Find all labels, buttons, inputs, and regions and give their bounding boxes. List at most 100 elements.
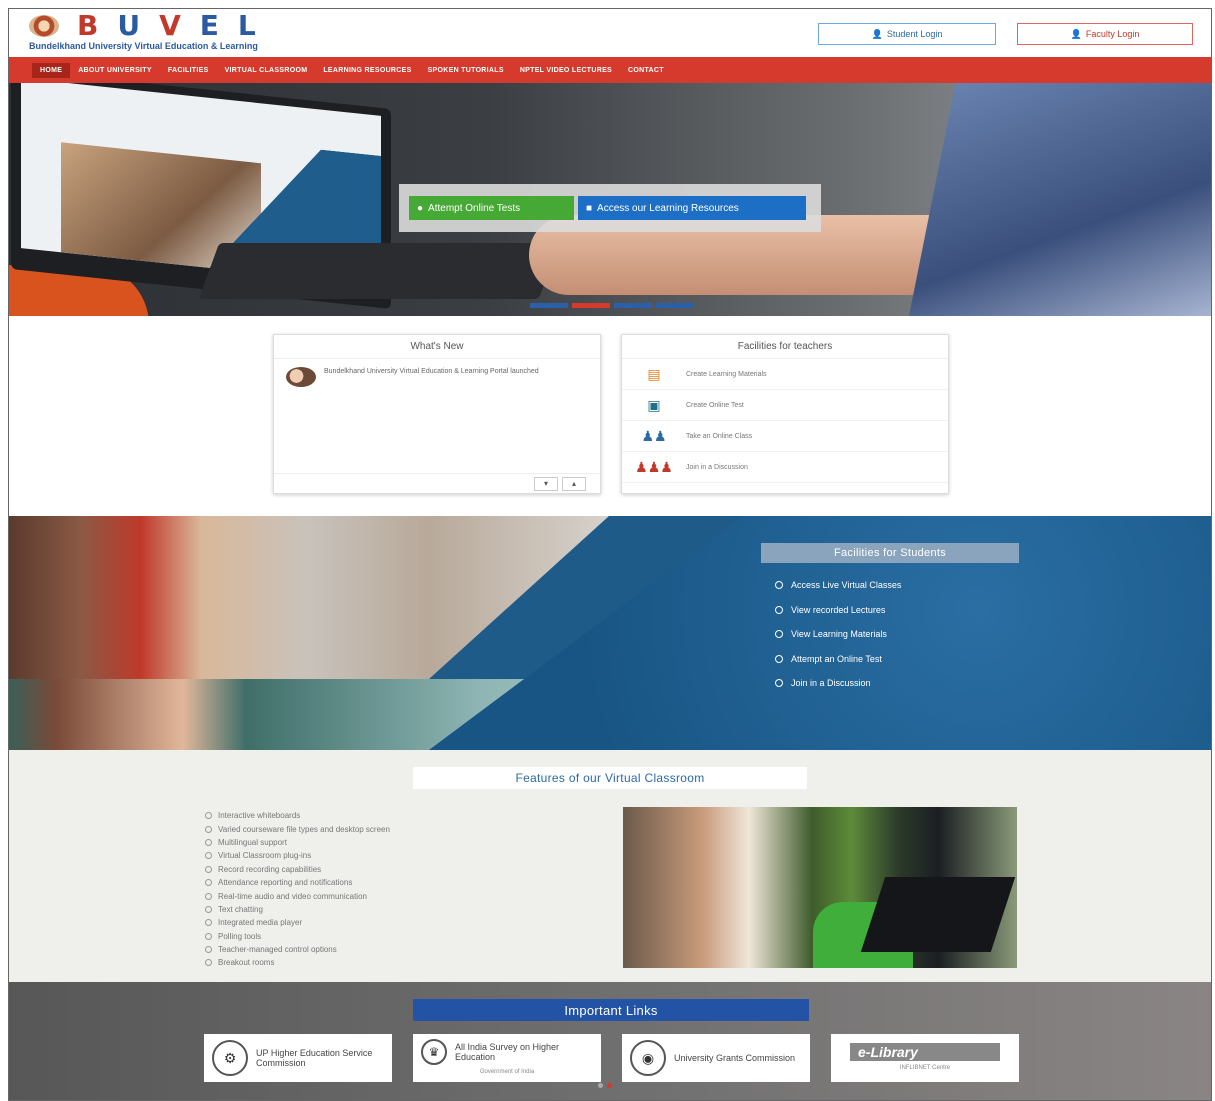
nav-item-nptel-video-lectures[interactable]: NPTEL VIDEO LECTURES xyxy=(512,63,620,78)
emblem-icon: ⚙ xyxy=(212,1040,248,1076)
hero-keyboard-image xyxy=(198,243,560,299)
slider-indicators xyxy=(530,303,694,308)
circle-bullet-icon xyxy=(205,905,212,913)
feature-label: Virtual Classroom plug-ins xyxy=(218,851,312,861)
feature-label: Record recording capabilities xyxy=(218,864,322,874)
circle-bullet-icon xyxy=(205,812,212,820)
feature-item: Real-time audio and video communication xyxy=(205,889,390,902)
site-logo[interactable]: B U V E L Bundelkhand University Virtual… xyxy=(29,9,258,51)
logo-letter: V xyxy=(159,9,182,42)
scroll-up-button[interactable]: ▴ xyxy=(562,476,586,491)
nav-item-contact[interactable]: CONTACT xyxy=(620,63,672,78)
nav-item-virtual-classroom[interactable]: VIRTUAL CLASSROOM xyxy=(217,63,316,78)
feature-label: Real-time audio and video communication xyxy=(218,891,367,901)
access-learning-resources-button[interactable]: ■ Access our Learning Resources xyxy=(578,196,806,220)
feature-item: Virtual Classroom plug-ins xyxy=(205,849,390,862)
slide-indicator[interactable] xyxy=(530,303,568,308)
faculty-login-button[interactable]: 👤 Faculty Login xyxy=(1017,23,1193,45)
slide-indicator[interactable] xyxy=(614,303,652,308)
link-card-elibrary[interactable]: e-Library INFLIBNET Centre xyxy=(831,1034,1019,1082)
circle-bullet-icon xyxy=(775,654,783,663)
slide-indicator[interactable] xyxy=(572,303,610,308)
discussion-icon: ♟♟♟ xyxy=(635,458,673,475)
student-facility-item[interactable]: View recorded Lectures xyxy=(775,598,901,623)
nav-item-about-university[interactable]: ABOUT UNIVERSITY xyxy=(70,63,160,78)
faculty-login-label: Faculty Login xyxy=(1085,29,1140,39)
student-facility-item[interactable]: View Learning Materials xyxy=(775,622,901,647)
university-seal-icon xyxy=(29,15,59,37)
teacher-facility-label: Join in a Discussion xyxy=(686,463,748,471)
circle-bullet-icon xyxy=(205,946,212,954)
teacher-facilities-panel: Facilities for teachers ▤ Create Learnin… xyxy=(621,334,949,494)
link-card-ugc[interactable]: ◉ University Grants Commission xyxy=(622,1034,810,1082)
circle-bullet-icon xyxy=(205,852,212,860)
circle-bullet-icon xyxy=(205,919,212,927)
link-card-sublabel: INFLIBNET Centre xyxy=(899,1065,951,1071)
logo-letter: L xyxy=(237,9,257,42)
feature-label: Integrated media player xyxy=(218,918,303,928)
feature-label: Breakout rooms xyxy=(218,958,275,968)
feature-label: Attendance reporting and notifications xyxy=(218,878,353,888)
whats-new-panel: What's New Bundelkhand University Virtua… xyxy=(273,334,601,494)
link-card-uphesc[interactable]: ⚙ UP Higher Education Service Commission xyxy=(204,1034,392,1082)
hero-person-image xyxy=(909,83,1211,316)
feature-item: Varied courseware file types and desktop… xyxy=(205,822,390,835)
student-facility-label: View Learning Materials xyxy=(791,629,887,640)
nav-item-home[interactable]: HOME xyxy=(32,62,71,78)
circle-bullet-icon xyxy=(205,892,212,900)
user-icon: 👤 xyxy=(1070,28,1082,39)
circle-bullet-icon xyxy=(775,605,783,614)
teacher-facility-item[interactable]: ▤ Create Learning Materials xyxy=(622,359,948,390)
teacher-facility-item[interactable]: ▣ Create Online Test xyxy=(622,390,948,421)
student-facilities-list: Access Live Virtual Classes View recorde… xyxy=(775,573,901,696)
attempt-online-tests-button[interactable]: ● Attempt Online Tests xyxy=(409,196,574,220)
students-photo xyxy=(9,516,609,679)
teacher-facility-label: Create Online Test xyxy=(686,401,744,409)
student-facility-item[interactable]: Attempt an Online Test xyxy=(775,647,901,672)
student-facility-item[interactable]: Join in a Discussion xyxy=(775,671,901,696)
pager-dot[interactable] xyxy=(607,1083,612,1088)
materials-icon: ▤ xyxy=(647,365,661,382)
virtual-classroom-features: Features of our Virtual Classroom Intera… xyxy=(9,750,1211,982)
feature-label: Text chatting xyxy=(218,904,263,914)
circle-bullet-icon xyxy=(775,679,783,688)
nav-item-spoken-tutorials[interactable]: SPOKEN TUTORIALS xyxy=(420,63,512,78)
hero-cta-box: ● Attempt Online Tests ■ Access our Lear… xyxy=(399,184,821,232)
feature-item: Interactive whiteboards xyxy=(205,809,390,822)
teacher-facility-item[interactable]: ♟♟ Take an Online Class xyxy=(622,421,948,452)
nav-item-facilities[interactable]: FACILITIES xyxy=(160,63,217,78)
features-title: Features of our Virtual Classroom xyxy=(413,767,807,789)
logo-subtitle: Bundelkhand University Virtual Education… xyxy=(29,41,258,51)
attempt-online-tests-label: Attempt Online Tests xyxy=(428,202,521,214)
nav-item-learning-resources[interactable]: LEARNING RESOURCES xyxy=(315,63,419,78)
ugc-logo-icon: ◉ xyxy=(630,1040,666,1076)
teacher-facility-label: Create Learning Materials xyxy=(686,370,767,378)
student-facility-label: Attempt an Online Test xyxy=(791,653,882,664)
circle-bullet-icon xyxy=(205,932,212,940)
pager-dot[interactable] xyxy=(598,1083,603,1088)
teacher-facility-item[interactable]: ♟♟♟ Join in a Discussion xyxy=(622,452,948,483)
circle-bullet-icon xyxy=(775,581,783,590)
e-library-logo: e-Library xyxy=(850,1043,1000,1061)
online-test-icon: ▣ xyxy=(647,396,661,413)
logo-letter: B xyxy=(77,9,100,42)
circle-bullet-icon xyxy=(775,630,783,639)
feature-item: Attendance reporting and notifications xyxy=(205,876,390,889)
scroll-down-button[interactable]: ▾ xyxy=(534,476,558,491)
access-learning-resources-label: Access our Learning Resources xyxy=(597,202,739,214)
slide-indicator[interactable] xyxy=(656,303,694,308)
student-login-button[interactable]: 👤 Student Login xyxy=(818,23,996,45)
student-facility-item[interactable]: Access Live Virtual Classes xyxy=(775,573,901,598)
logo-letter: E xyxy=(199,9,220,42)
student-facility-label: Access Live Virtual Classes xyxy=(791,580,902,591)
teacher-facilities-title: Facilities for teachers xyxy=(622,335,948,359)
feature-item: Polling tools xyxy=(205,930,390,943)
feature-label: Interactive whiteboards xyxy=(218,811,301,821)
link-card-label: UP Higher Education Service Commission xyxy=(256,1048,373,1068)
feature-item: Integrated media player xyxy=(205,916,390,929)
student-facility-label: Join in a Discussion xyxy=(791,678,871,689)
news-item[interactable]: Bundelkhand University Virtual Education… xyxy=(274,359,600,395)
circle-bullet-icon xyxy=(205,825,212,833)
link-card-aishe[interactable]: ♛ All India Survey on Higher Education G… xyxy=(413,1034,601,1082)
feature-item: Teacher-managed control options xyxy=(205,943,390,956)
